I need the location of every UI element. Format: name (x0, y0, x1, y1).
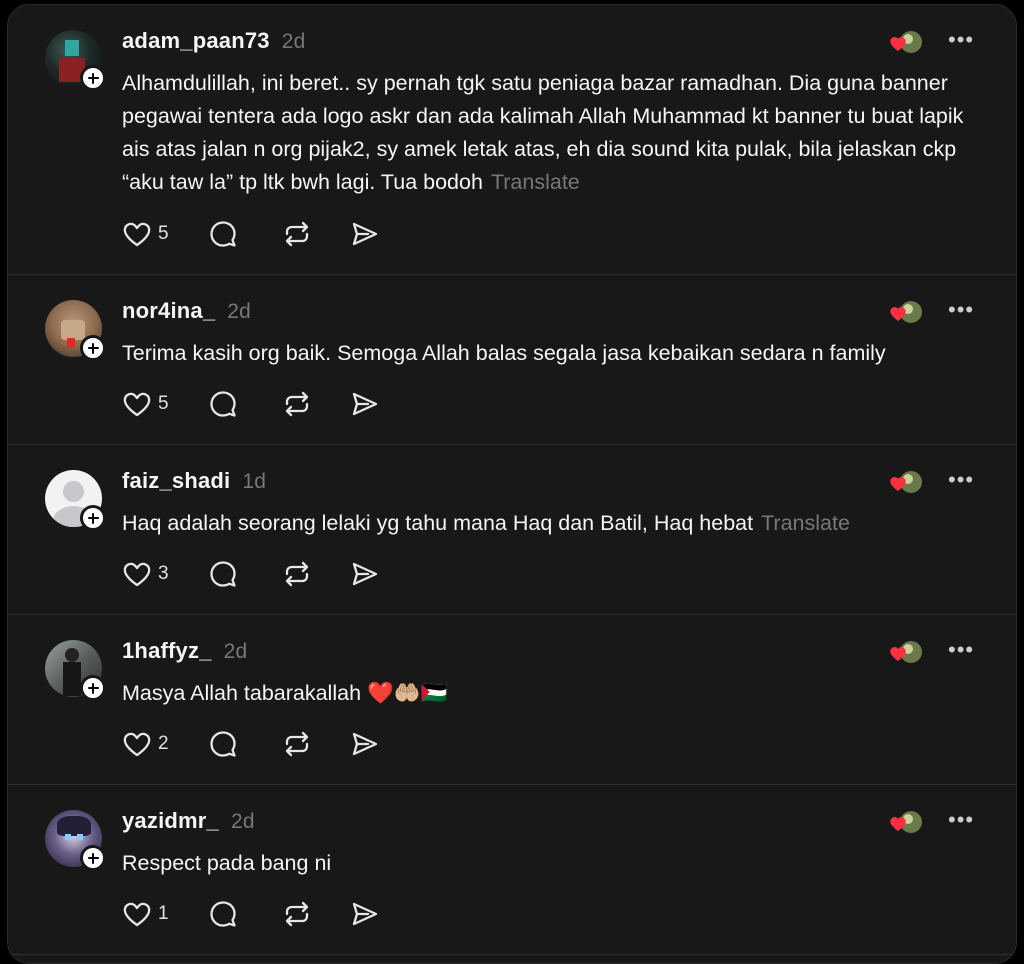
translate-link[interactable]: Translate (761, 511, 850, 535)
author-liked-heart-icon (888, 469, 924, 495)
follow-plus-icon[interactable] (80, 65, 106, 91)
follow-plus-icon[interactable] (80, 335, 106, 361)
avatar[interactable] (45, 640, 106, 701)
comment-bubble-icon (210, 731, 236, 757)
comment-item: faiz_shadi 1d ••• Haq adalah seorang lela… (8, 445, 1016, 615)
avatar[interactable] (45, 30, 106, 91)
repost-icon (285, 221, 309, 247)
avatar[interactable] (45, 810, 106, 871)
timestamp: 1d (242, 470, 267, 493)
share-button[interactable] (350, 729, 380, 759)
more-options-icon[interactable]: ••• (948, 299, 974, 321)
comment-item: yazidmr_ 2d ••• Respect pada bang ni 1 (8, 785, 1016, 955)
more-options-icon[interactable]: ••• (948, 639, 974, 661)
timestamp: 2d (223, 640, 248, 663)
username[interactable]: yazidmr_ 2d (122, 808, 255, 834)
comment-bubble-icon (210, 561, 236, 587)
heart-outline-icon (123, 222, 151, 247)
username[interactable]: adam_paan73 2d (122, 28, 306, 54)
comments-panel: adam_paan73 2d ••• Alhamdulillah, ini ber… (7, 4, 1017, 964)
like-count: 5 (158, 223, 169, 244)
share-button[interactable] (350, 899, 380, 929)
comment-item: adam_paan73 2d ••• Alhamdulillah, ini ber… (8, 5, 1016, 275)
avatar[interactable] (45, 470, 106, 531)
comment-item: 1haffyz_ 2d ••• Masya Allah tabarakallah … (8, 615, 1016, 785)
repost-button[interactable] (282, 729, 312, 759)
send-icon (352, 902, 378, 926)
like-button[interactable]: 5 (122, 219, 169, 249)
comment-text: Alhamdulillah, ini beret.. sy pernah tgk… (122, 71, 964, 194)
heart-outline-icon (123, 732, 151, 757)
repost-icon (285, 901, 309, 927)
comment-text: Respect pada bang ni (122, 851, 332, 875)
share-button[interactable] (350, 219, 380, 249)
username[interactable]: faiz_shadi 1d (122, 468, 266, 494)
like-button[interactable]: 3 (122, 559, 169, 589)
username[interactable]: nor4ina_ 2d (122, 298, 251, 324)
like-count: 2 (158, 733, 169, 754)
follow-plus-icon[interactable] (80, 845, 106, 871)
avatar[interactable] (45, 300, 106, 361)
reply-button[interactable] (208, 219, 238, 249)
share-button[interactable] (350, 389, 380, 419)
author-liked-heart-icon (888, 29, 924, 55)
author-liked-heart-icon (888, 299, 924, 325)
heart-outline-icon (123, 392, 151, 417)
timestamp: 2d (281, 30, 306, 53)
comment-bubble-icon (210, 221, 236, 247)
repost-button[interactable] (282, 219, 312, 249)
send-icon (352, 392, 378, 416)
heart-outline-icon (123, 902, 151, 927)
like-count: 5 (158, 393, 169, 414)
comment-item: nor4ina_ 2d ••• Terima kasih org baik. Se… (8, 275, 1016, 445)
comment-text: Haq adalah seorang lelaki yg tahu mana H… (122, 511, 850, 535)
share-button[interactable] (350, 559, 380, 589)
translate-link[interactable]: Translate (491, 170, 580, 194)
like-count: 1 (158, 903, 169, 924)
send-icon (352, 732, 378, 756)
comment-bubble-icon (210, 901, 236, 927)
timestamp: 2d (227, 300, 252, 323)
like-button[interactable]: 2 (122, 729, 169, 759)
more-options-icon[interactable]: ••• (948, 809, 974, 831)
author-liked-heart-icon (888, 639, 924, 665)
comment-text: Terima kasih org baik. Semoga Allah bala… (122, 341, 886, 365)
heart-outline-icon (123, 562, 151, 587)
comment-bubble-icon (210, 391, 236, 417)
send-icon (352, 562, 378, 586)
reply-button[interactable] (208, 729, 238, 759)
reply-button[interactable] (208, 899, 238, 929)
repost-icon (285, 391, 309, 417)
follow-plus-icon[interactable] (80, 675, 106, 701)
repost-button[interactable] (282, 559, 312, 589)
timestamp: 2d (230, 810, 255, 833)
username[interactable]: 1haffyz_ 2d (122, 638, 247, 664)
more-options-icon[interactable]: ••• (948, 469, 974, 491)
comment-text: Masya Allah tabarakallah ❤️🤲🏼🇵🇸 (122, 681, 448, 705)
more-options-icon[interactable]: ••• (948, 29, 974, 51)
repost-icon (285, 731, 309, 757)
like-count: 3 (158, 563, 169, 584)
repost-button[interactable] (282, 899, 312, 929)
like-button[interactable]: 5 (122, 389, 169, 419)
author-liked-heart-icon (888, 809, 924, 835)
send-icon (352, 222, 378, 246)
repost-button[interactable] (282, 389, 312, 419)
repost-icon (285, 561, 309, 587)
reply-button[interactable] (208, 389, 238, 419)
follow-plus-icon[interactable] (80, 505, 106, 531)
like-button[interactable]: 1 (122, 899, 169, 929)
reply-button[interactable] (208, 559, 238, 589)
